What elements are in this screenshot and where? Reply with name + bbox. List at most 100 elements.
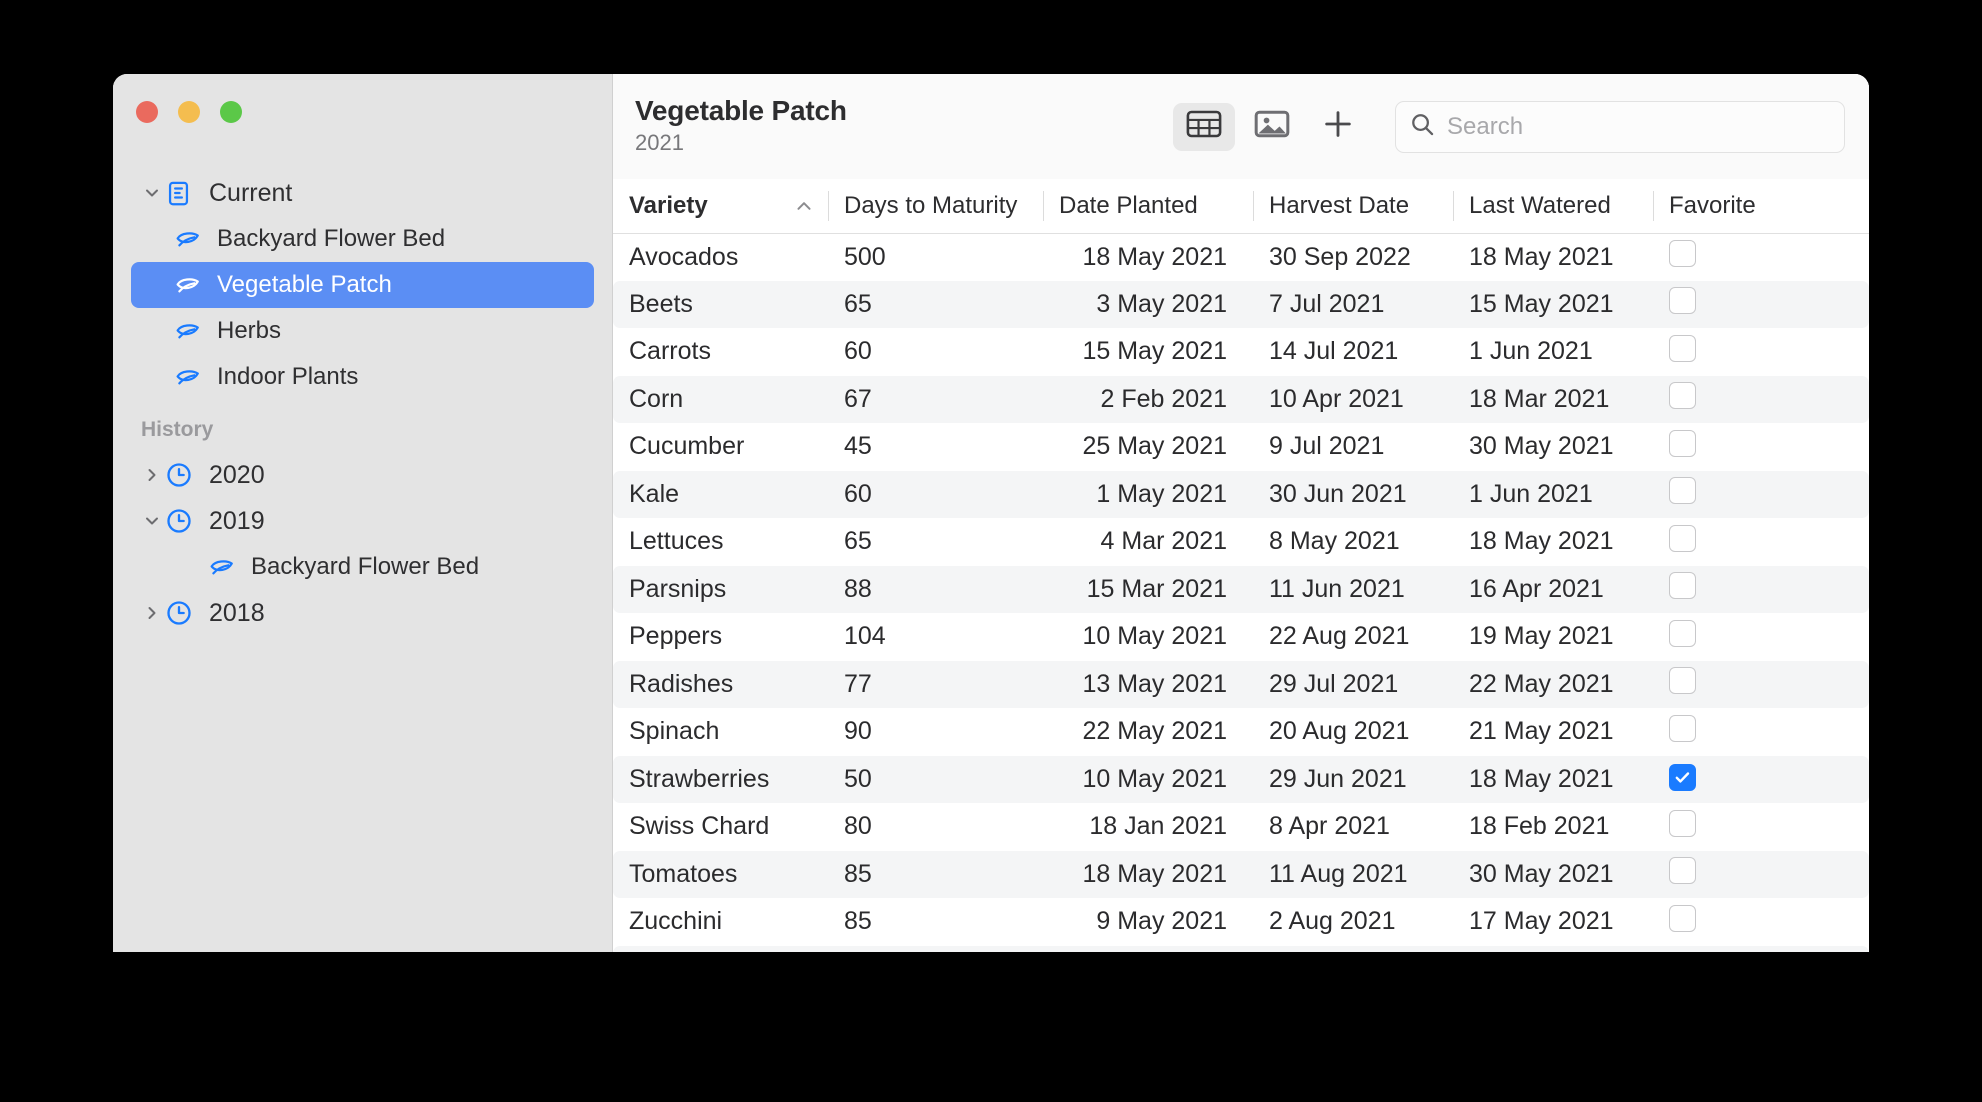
cell-harvest-date: 9 Jul 2021 <box>1269 432 1385 461</box>
cell-days-to-maturity: 65 <box>828 280 1043 328</box>
leaf-icon <box>173 270 207 300</box>
cell-date-planted: 18 May 2021 <box>1082 242 1227 271</box>
sidebar-item-2019[interactable]: 2019 <box>131 498 594 544</box>
sidebar-item-label: Current <box>209 178 293 207</box>
leaf-icon <box>173 362 207 392</box>
cell-harvest-date: 8 May 2021 <box>1269 527 1400 556</box>
table-row[interactable]: Peppers 104 10 May 2021 22 Aug 2021 19 May 2… <box>613 613 1869 661</box>
favorite-checkbox[interactable] <box>1669 764 1696 792</box>
table-row[interactable]: Beets 65 3 May 2021 7 Jul 2021 15 May 2021 <box>613 280 1869 328</box>
table: Variety Days to Maturity Date Planted Ha… <box>613 179 1869 952</box>
sidebar-group-current[interactable]: Current <box>131 170 594 216</box>
search-input[interactable] <box>1447 112 1830 141</box>
cell-variety: Swiss Chard <box>629 812 770 841</box>
cell-harvest-date: 14 Jul 2021 <box>1269 337 1399 366</box>
column-header-label: Variety <box>629 191 708 219</box>
favorite-checkbox[interactable] <box>1669 619 1696 647</box>
cell-favorite <box>1653 660 1869 708</box>
sidebar-item-2018[interactable]: 2018 <box>131 590 594 636</box>
table-body: Avocados 500 18 May 2021 30 Sep 2022 18 May … <box>613 233 1869 952</box>
cell-favorite <box>1653 613 1869 661</box>
column-header-days-to-maturity[interactable]: Days to Maturity <box>828 179 1043 234</box>
favorite-checkbox[interactable] <box>1669 240 1696 267</box>
add-record-button[interactable] <box>1309 103 1367 151</box>
table-header-row: Variety Days to Maturity Date Planted Ha… <box>613 179 1869 234</box>
close-button[interactable] <box>136 101 158 123</box>
table-row[interactable]: Parsnips 88 15 Mar 2021 11 Jun 2021 16 Apr 2… <box>613 565 1869 613</box>
favorite-checkbox[interactable] <box>1669 429 1696 457</box>
table-row[interactable]: Tomatoes 85 18 May 2021 11 Aug 2021 30 May 2… <box>613 850 1869 898</box>
clock-icon <box>165 461 199 489</box>
column-header-variety[interactable]: Variety <box>613 179 828 234</box>
table-row[interactable]: Carrots 60 15 May 2021 14 Jul 2021 1 Jun 202… <box>613 328 1869 376</box>
chevron-right-icon[interactable] <box>139 604 165 622</box>
favorite-checkbox[interactable] <box>1669 334 1696 362</box>
minimize-button[interactable] <box>178 101 200 123</box>
content-area: Vegetable Patch 2021 Search Variety Days… <box>613 74 1869 952</box>
favorite-checkbox[interactable] <box>1669 477 1696 505</box>
cell-days-to-maturity: 65 <box>844 527 872 556</box>
cell-last-watered: 30 May 2021 <box>1453 850 1653 898</box>
empty-cell <box>1453 945 1653 952</box>
favorite-checkbox[interactable] <box>1669 572 1696 600</box>
toolbar: Vegetable Patch 2021 <box>613 74 1869 179</box>
cell-harvest-date: 22 Aug 2021 <box>1269 622 1410 651</box>
chevron-right-icon[interactable] <box>139 466 165 484</box>
cell-days-to-maturity: 80 <box>844 812 872 841</box>
sidebar-item-2020[interactable]: 2020 <box>131 452 594 498</box>
cell-favorite <box>1653 565 1869 613</box>
cell-harvest-date: 7 Jul 2021 <box>1253 280 1453 328</box>
table-row[interactable]: Radishes 77 13 May 2021 29 Jul 2021 22 May 2… <box>613 660 1869 708</box>
table-view-button[interactable] <box>1173 102 1235 151</box>
table-row[interactable]: Spinach 90 22 May 2021 20 Aug 2021 21 May 20… <box>613 708 1869 756</box>
source-list: Current Backyard Flower Bed Vegetable Pa… <box>113 170 612 636</box>
cell-last-watered: 22 May 2021 <box>1453 660 1653 708</box>
favorite-checkbox[interactable] <box>1669 287 1696 315</box>
cell-days-to-maturity: 85 <box>844 907 872 936</box>
cell-last-watered: 15 May 2021 <box>1453 280 1653 328</box>
table-row[interactable]: Strawberries 50 10 May 2021 29 Jun 2021 18 M… <box>613 755 1869 803</box>
empty-cell <box>1653 945 1869 952</box>
favorite-checkbox[interactable] <box>1669 714 1696 742</box>
sidebar-item-indoor-plants[interactable]: Indoor Plants <box>131 354 594 400</box>
sidebar: Current Backyard Flower Bed Vegetable Pa… <box>113 74 613 952</box>
chevron-down-icon[interactable] <box>139 512 165 530</box>
cell-harvest-date: 11 Aug 2021 <box>1253 850 1453 898</box>
empty-cell <box>828 945 1043 952</box>
cell-favorite <box>1653 423 1869 471</box>
column-header-label: Date Planted <box>1059 191 1198 219</box>
column-header-favorite[interactable]: Favorite <box>1653 179 1869 234</box>
column-header-label: Harvest Date <box>1269 191 1410 219</box>
sidebar-item-2019-backyard-flower-bed[interactable]: Backyard Flower Bed <box>131 544 594 590</box>
table-row[interactable]: Swiss Chard 80 18 Jan 2021 8 Apr 2021 18 Feb… <box>613 803 1869 851</box>
cell-variety: Beets <box>613 280 828 328</box>
column-header-date-planted[interactable]: Date Planted <box>1043 179 1253 234</box>
table-row[interactable]: Kale 60 1 May 2021 30 Jun 2021 1 Jun 2021 <box>613 470 1869 518</box>
zoom-button[interactable] <box>220 101 242 123</box>
favorite-checkbox[interactable] <box>1669 524 1696 552</box>
table-row[interactable]: Corn 67 2 Feb 2021 10 Apr 2021 18 Mar 2021 <box>613 375 1869 423</box>
sidebar-item-vegetable-patch[interactable]: Vegetable Patch <box>131 262 594 308</box>
favorite-checkbox[interactable] <box>1669 904 1696 932</box>
cell-date-planted: 10 May 2021 <box>1043 755 1253 803</box>
sidebar-item-backyard-flower-bed[interactable]: Backyard Flower Bed <box>131 216 594 262</box>
favorite-checkbox[interactable] <box>1669 382 1696 410</box>
table-row[interactable]: Zucchini 85 9 May 2021 2 Aug 2021 17 May 202… <box>613 898 1869 946</box>
cell-favorite <box>1653 375 1869 423</box>
table-row[interactable]: Lettuces 65 4 Mar 2021 8 May 2021 18 May 202… <box>613 518 1869 566</box>
favorite-checkbox[interactable] <box>1669 667 1696 695</box>
column-header-harvest-date[interactable]: Harvest Date <box>1253 179 1453 234</box>
table-row[interactable]: Avocados 500 18 May 2021 30 Sep 2022 18 May … <box>613 233 1869 281</box>
empty-cell <box>1043 945 1253 952</box>
favorite-checkbox[interactable] <box>1669 857 1696 885</box>
chevron-down-icon[interactable] <box>139 184 165 202</box>
cell-days-to-maturity: 45 <box>844 432 872 461</box>
cell-days-to-maturity: 500 <box>844 242 886 271</box>
column-header-last-watered[interactable]: Last Watered <box>1453 179 1653 234</box>
gallery-view-button[interactable] <box>1241 103 1303 151</box>
favorite-checkbox[interactable] <box>1669 809 1696 837</box>
search-field[interactable] <box>1395 100 1845 153</box>
cell-harvest-date: 29 Jul 2021 <box>1253 660 1453 708</box>
table-row[interactable]: Cucumber 45 25 May 2021 9 Jul 2021 30 May 20… <box>613 423 1869 471</box>
sidebar-item-herbs[interactable]: Herbs <box>131 308 594 354</box>
